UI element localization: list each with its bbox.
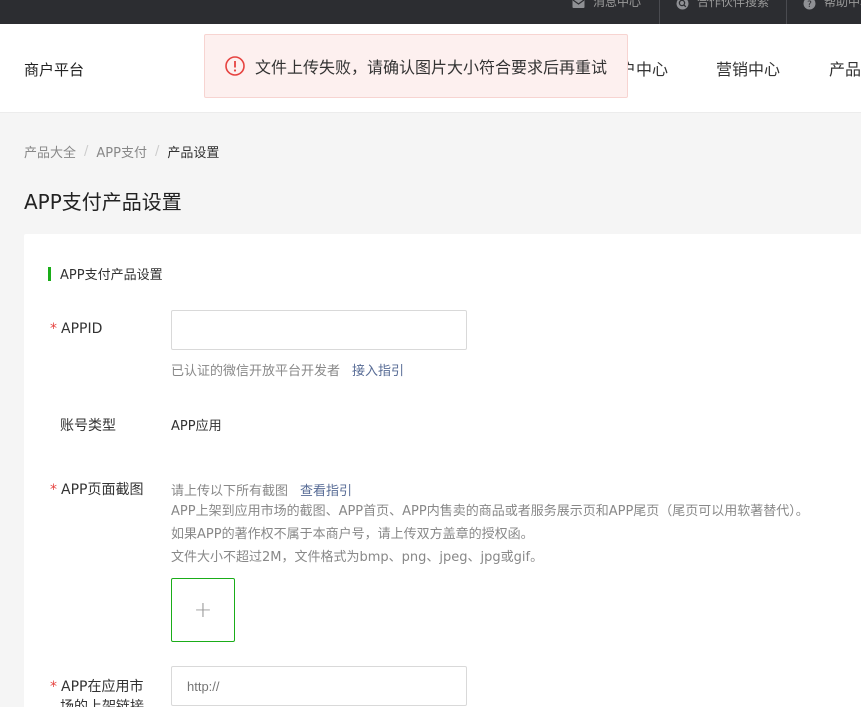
page-title: APP支付产品设置 — [24, 190, 182, 214]
breadcrumb-item-app-pay[interactable]: APP支付 — [96, 142, 147, 161]
account-type-label: 账号类型 — [60, 418, 116, 434]
required-mark: * — [50, 679, 57, 695]
help-center-label: 帮助中心 — [824, 0, 861, 9]
account-type-value: APP应用 — [171, 419, 222, 434]
section-title: APP支付产品设置 — [48, 264, 163, 283]
appid-hint: 已认证的微信开放平台开发者 接入指引 — [171, 360, 404, 379]
breadcrumb-item-products[interactable]: 产品大全 — [24, 142, 76, 161]
settings-form-card: APP支付产品设置 * APPID 已认证的微信开放平台开发者 接入指引 账号类型 … — [24, 234, 861, 707]
message-center-label: 消息中心 — [593, 0, 642, 9]
top-bar: 消息中心 合作伙伴搜索 ? 帮助中心 — [0, 0, 861, 24]
topbar-divider — [786, 0, 787, 24]
mail-icon — [572, 0, 585, 8]
screenshots-hint: 请上传以下所有截图 查看指引 — [171, 480, 352, 499]
screenshots-label-text: APP页面截图 — [61, 482, 144, 498]
brand-title[interactable]: 商户平台 — [24, 59, 84, 80]
section-accent-bar — [48, 266, 51, 281]
required-mark: * — [50, 321, 57, 337]
message-center-link[interactable]: 消息中心 — [572, 0, 641, 24]
access-guide-link[interactable]: 接入指引 — [352, 364, 404, 379]
market-link-label: * APP在应用市 场的上架链接 — [50, 677, 144, 707]
breadcrumb-item-current: 产品设置 — [167, 146, 220, 161]
screenshots-desc-line: 如果APP的著作权不属于本商户号，请上传双方盖章的授权函。 — [171, 527, 534, 542]
partner-search-link[interactable]: 合作伙伴搜索 — [676, 0, 769, 24]
breadcrumb: 产品大全 / APP支付 / 产品设置 — [24, 142, 219, 161]
svg-text:?: ? — [807, 0, 812, 10]
search-icon — [676, 0, 689, 10]
error-toast-message: 文件上传失败，请确认图片大小符合要求后再重试 — [255, 58, 608, 77]
error-toast: 文件上传失败，请确认图片大小符合要求后再重试 — [204, 34, 628, 98]
appid-label-text: APPID — [61, 321, 103, 337]
nav-item-marketing-center[interactable]: 营销中心 — [716, 56, 780, 80]
screenshots-desc-line: APP上架到应用市场的截图、APP首页、APP内售卖的商品或者服务展示页和APP… — [171, 504, 809, 519]
appid-hint-text: 已认证的微信开放平台开发者 — [171, 364, 341, 379]
market-link-label-line2: 场的上架链接 — [60, 699, 144, 707]
breadcrumb-separator: / — [84, 144, 89, 159]
screenshot-upload-button[interactable]: + — [171, 578, 235, 642]
help-center-link[interactable]: ? 帮助中心 — [803, 0, 861, 24]
screenshots-hint-text: 请上传以下所有截图 — [171, 484, 289, 499]
section-title-label: APP支付产品设置 — [60, 268, 163, 283]
plus-icon: + — [193, 597, 213, 623]
screenshots-description: APP上架到应用市场的截图、APP首页、APP内售卖的商品或者服务展示页和APP… — [171, 500, 809, 569]
screenshots-label: * APP页面截图 — [50, 479, 143, 499]
appid-input[interactable] — [171, 310, 467, 350]
appid-label: * APPID — [50, 321, 102, 337]
help-icon: ? — [803, 0, 816, 10]
market-link-input[interactable] — [171, 666, 467, 706]
nav-item-products[interactable]: 产品 — [829, 56, 861, 80]
required-mark: * — [50, 482, 57, 498]
breadcrumb-separator: / — [154, 144, 160, 159]
view-guide-link[interactable]: 查看指引 — [300, 484, 352, 499]
market-link-label-line1: APP在应用市 — [61, 679, 144, 695]
topbar-divider — [659, 0, 660, 24]
error-circle-icon — [225, 56, 245, 76]
screenshots-desc-line: 文件大小不超过2M，文件格式为bmp、png、jpeg、jpg或gif。 — [171, 550, 544, 565]
partner-search-label: 合作伙伴搜索 — [697, 0, 770, 9]
